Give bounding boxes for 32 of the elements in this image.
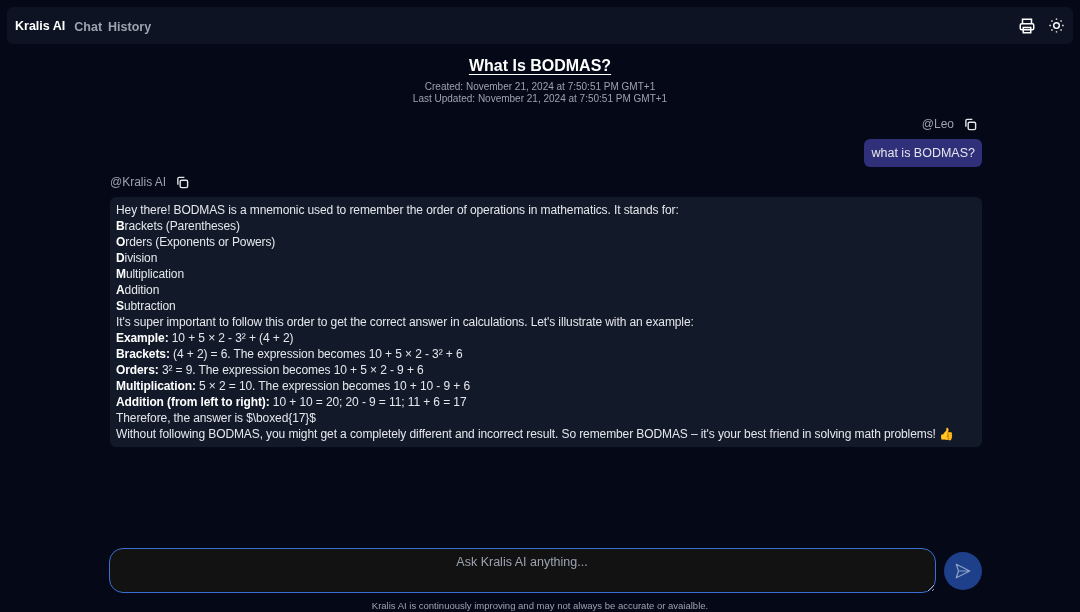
send-icon: [953, 561, 972, 580]
send-button[interactable]: [943, 551, 982, 590]
copy-icon[interactable]: [964, 117, 977, 131]
message-text: Without following BODMAS, you might get a completely different and incorrect result. So remember BODMAS – it's your best friend in solving math problems! 👍: [116, 426, 955, 442]
message-text: Orders (Exponents or Powers): [116, 234, 277, 250]
nav-link[interactable]: Chat: [74, 19, 103, 34]
updated-date: Last Updated: November 21, 2024 at 7:50:51 PM GMT+1: [412, 93, 668, 105]
author-name: @Kralis AI: [110, 175, 167, 189]
message-text: Hey there! BODMAS is a mnemonic used to remember the order of operations in mathematics. It stands for:: [116, 202, 680, 218]
author-name: @Leo: [921, 117, 954, 131]
message-text: Example: 10 + 5 × 2 - 3² + (4 + 2): [116, 330, 295, 346]
copy-icon[interactable]: [176, 175, 190, 189]
message-text: Orders: 3² = 9. The expression becomes 10 + 5 × 2 - 9 + 6: [116, 362, 425, 378]
sun-icon[interactable]: [1048, 17, 1065, 34]
brand-name[interactable]: Kralis AI: [15, 18, 66, 33]
conversation-title: What Is BODMAS?: [468, 57, 612, 75]
nav-link[interactable]: History: [108, 19, 152, 34]
message-text: It's super important to follow this order to get the correct answer in calculations. Let's illustrate with an example:: [116, 314, 695, 330]
message-text: Multiplication: [116, 266, 185, 282]
message-text: Brackets (Parentheses): [116, 218, 241, 234]
print-icon[interactable]: [1018, 16, 1036, 35]
message-input[interactable]: Ask Kralis AI anything...: [108, 548, 936, 593]
message-text: Addition (from left to right): 10 + 10 = 20; 20 - 9 = 11; 11 + 6 = 17: [116, 394, 468, 410]
message-text: Therefore, the answer is $\boxed{17}$: [116, 410, 317, 426]
disclaimer-text: Kralis AI is continuously improving and may not always be accurate or avaialble.: [371, 600, 709, 611]
message-text: what is BODMAS?: [871, 145, 975, 161]
message-text: Division: [116, 250, 159, 266]
message-text: Multiplication: 5 × 2 = 10. The expression becomes 10 + 10 - 9 + 6: [116, 378, 472, 394]
message-text: Brackets: (4 + 2) = 6. The expression becomes 10 + 5 × 2 - 3² + 6: [116, 346, 464, 362]
message-text: Addition: [116, 282, 161, 298]
message-text: Subtraction: [116, 298, 177, 314]
created-date: Created: November 21, 2024 at 7:50:51 PM GMT+1: [424, 81, 656, 93]
